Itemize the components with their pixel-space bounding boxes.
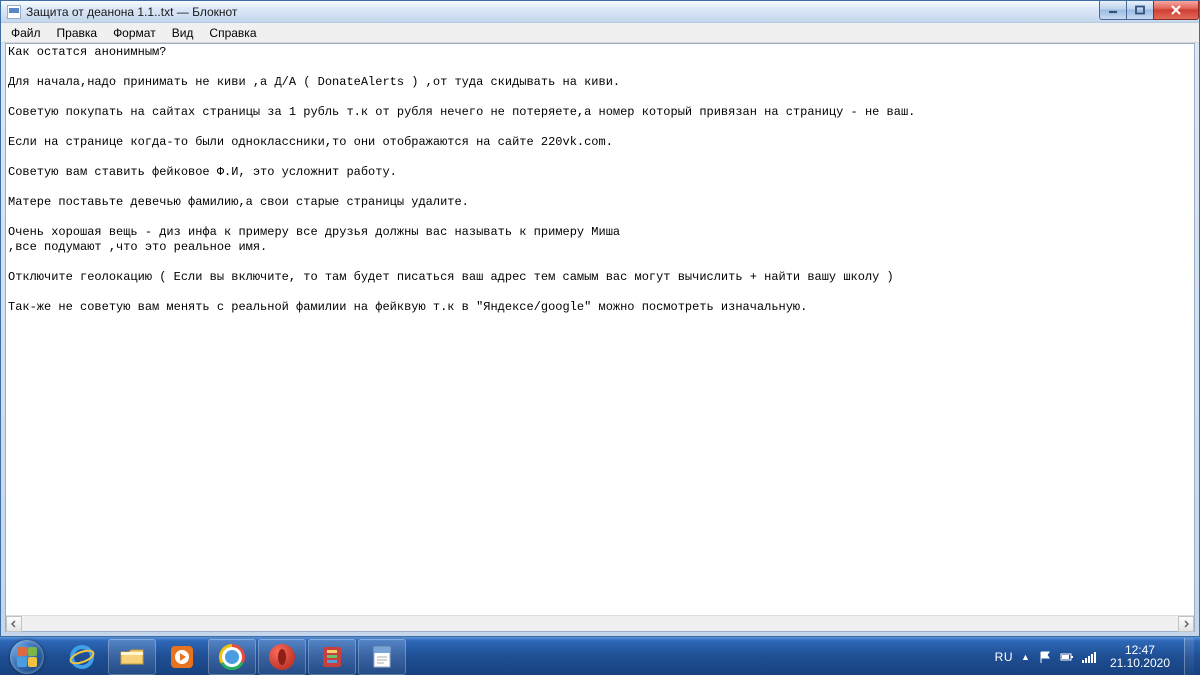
text-line: Как остатся анонимным? bbox=[8, 45, 166, 59]
battery-icon[interactable] bbox=[1060, 650, 1074, 664]
opera-icon bbox=[269, 644, 295, 670]
menu-help[interactable]: Справка bbox=[201, 23, 264, 42]
menu-view[interactable]: Вид bbox=[164, 23, 202, 42]
taskbar-app[interactable] bbox=[308, 639, 356, 675]
text-line: Отключите геолокацию ( Если вы включите,… bbox=[8, 270, 894, 284]
ie-icon bbox=[69, 644, 95, 670]
text-line: Для начала,надо принимать не киви ,а Д/А… bbox=[8, 75, 620, 89]
text-line: Очень хорошая вещь - диз инфа к примеру … bbox=[8, 225, 620, 239]
network-icon[interactable] bbox=[1082, 650, 1096, 664]
menu-file[interactable]: Файл bbox=[3, 23, 49, 42]
titlebar[interactable]: Защита от деанона 1.1..txt — Блокнот bbox=[1, 1, 1199, 23]
window-title: Защита от деанона 1.1..txt — Блокнот bbox=[26, 5, 237, 19]
language-indicator[interactable]: RU bbox=[995, 650, 1013, 664]
notepad-window: Защита от деанона 1.1..txt — Блокнот Фай… bbox=[0, 0, 1200, 637]
chrome-icon bbox=[219, 644, 245, 670]
maximize-button[interactable] bbox=[1126, 1, 1154, 20]
start-button[interactable] bbox=[0, 638, 54, 675]
close-button[interactable] bbox=[1153, 1, 1199, 20]
system-tray: RU ▲ 12:47 21.10.2020 bbox=[985, 638, 1200, 675]
clock[interactable]: 12:47 21.10.2020 bbox=[1104, 644, 1176, 670]
scroll-right-button[interactable] bbox=[1178, 616, 1194, 632]
flag-icon[interactable] bbox=[1038, 650, 1052, 664]
horizontal-scrollbar[interactable] bbox=[6, 615, 1194, 631]
taskbar-explorer[interactable] bbox=[108, 639, 156, 675]
taskbar: RU ▲ 12:47 21.10.2020 bbox=[0, 637, 1200, 675]
text-line: Советую покупать на сайтах страницы за 1… bbox=[8, 105, 915, 119]
notepad-icon bbox=[7, 5, 21, 19]
taskbar-chrome[interactable] bbox=[208, 639, 256, 675]
clock-date: 21.10.2020 bbox=[1110, 657, 1170, 670]
taskbar-ie[interactable] bbox=[58, 639, 106, 675]
mediaplayer-icon bbox=[169, 644, 195, 670]
clock-time: 12:47 bbox=[1110, 644, 1170, 657]
app-icon bbox=[319, 644, 345, 670]
caption-buttons bbox=[1100, 1, 1199, 20]
text-editor[interactable]: Как остатся анонимным? Для начала,надо п… bbox=[6, 44, 1194, 615]
menubar: Файл Правка Формат Вид Справка bbox=[1, 23, 1199, 43]
windows-logo-icon bbox=[10, 640, 44, 674]
notepad-task-icon bbox=[369, 644, 395, 670]
folder-icon bbox=[119, 644, 145, 670]
minimize-button[interactable] bbox=[1099, 1, 1127, 20]
taskbar-mediaplayer[interactable] bbox=[158, 639, 206, 675]
show-hidden-icons-button[interactable]: ▲ bbox=[1021, 652, 1030, 662]
scroll-left-button[interactable] bbox=[6, 616, 22, 632]
editor-container: Как остатся анонимным? Для начала,надо п… bbox=[5, 43, 1195, 632]
scroll-track[interactable] bbox=[22, 616, 1178, 631]
menu-edit[interactable]: Правка bbox=[49, 23, 106, 42]
taskbar-notepad[interactable] bbox=[358, 639, 406, 675]
text-line: Матере поставьте девечью фамилию,а свои … bbox=[8, 195, 469, 209]
taskbar-items bbox=[54, 638, 406, 675]
taskbar-opera[interactable] bbox=[258, 639, 306, 675]
show-desktop-button[interactable] bbox=[1184, 638, 1194, 675]
text-line: ,все подумают ,что это реальное имя. bbox=[8, 240, 267, 254]
text-line: Так-же не советую вам менять с реальной … bbox=[8, 300, 807, 314]
text-line: Советую вам ставить фейковое Ф.И, это ус… bbox=[8, 165, 397, 179]
text-line: Если на странице когда-то были однокласс… bbox=[8, 135, 613, 149]
menu-format[interactable]: Формат bbox=[105, 23, 164, 42]
